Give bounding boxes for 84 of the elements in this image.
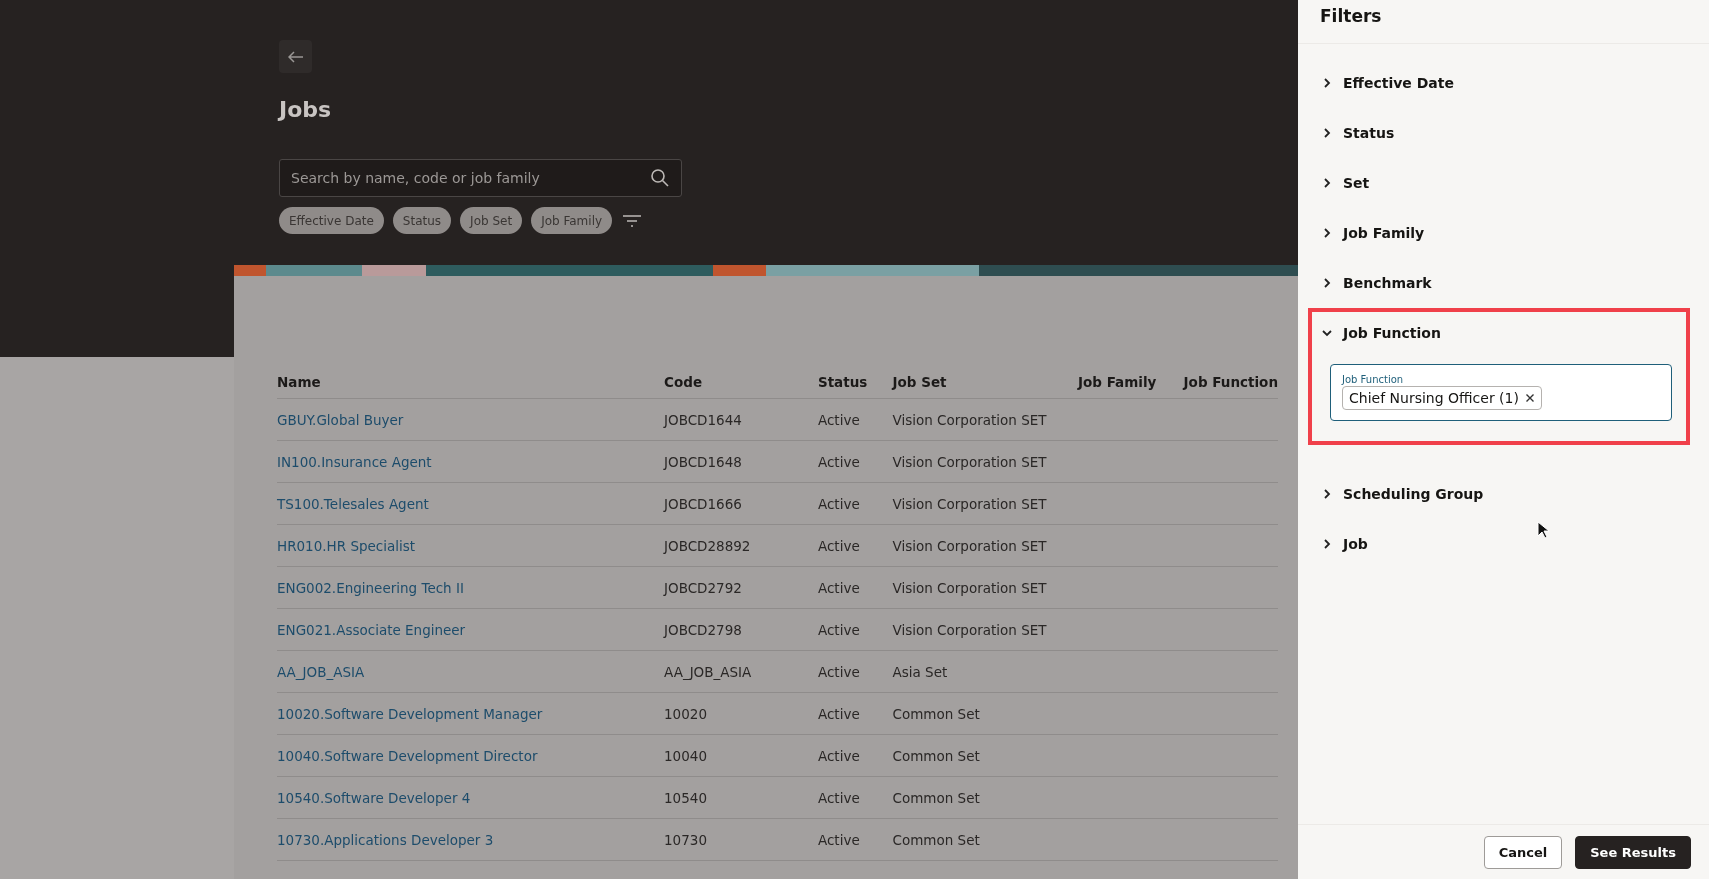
table-cell: Common Set	[892, 705, 980, 722]
table-cell: JOBCD1666	[664, 495, 742, 512]
chevron-right-icon	[1321, 277, 1333, 289]
search-icon	[650, 168, 670, 188]
panel-title: Filters	[1298, 0, 1709, 44]
filter-section-toggle[interactable]: Job Family	[1312, 212, 1425, 254]
tag-label: Chief Nursing Officer (1)	[1349, 390, 1519, 406]
back-arrow-icon	[287, 50, 304, 63]
job-link[interactable]: ENG002.Engineering Tech II	[277, 579, 464, 596]
filter-chip[interactable]: Status	[392, 207, 452, 234]
table-cell: Active	[817, 495, 860, 512]
filter-chip[interactable]: Job Set	[460, 207, 523, 234]
table-cell: Active	[817, 789, 860, 806]
search-field[interactable]: Search by name, code or job family	[279, 159, 682, 197]
filter-section-toggle[interactable]: Effective Date	[1312, 62, 1454, 104]
see-results-button[interactable]: See Results	[1575, 836, 1691, 869]
page-title: Jobs	[279, 97, 333, 124]
table-cell: JOBCD1648	[664, 453, 742, 470]
table-cell: Active	[817, 621, 860, 638]
chevron-right-icon	[1321, 127, 1333, 139]
job-link[interactable]: ENG021.Associate Engineer	[277, 621, 466, 638]
table-cell: Common Set	[892, 747, 980, 764]
filter-section-toggle[interactable]: Job Function	[1312, 312, 1441, 354]
table-cell: AA_JOB_ASIA	[664, 663, 752, 680]
filter-icon[interactable]	[621, 212, 644, 229]
chevron-right-icon	[1321, 77, 1333, 89]
filter-chip[interactable]: Effective Date	[279, 207, 384, 234]
job-function-field[interactable]: Job Function Chief Nursing Officer (1)	[1330, 364, 1672, 421]
job-link[interactable]: AA_JOB_ASIA	[277, 663, 365, 680]
job-link[interactable]: 10020.Software Development Manager	[277, 705, 543, 722]
table-cell: Active	[817, 831, 860, 848]
table-cell: 10540	[664, 789, 707, 806]
job-link[interactable]: TS100.Telesales Agent	[277, 495, 429, 512]
job-link[interactable]: IN100.Insurance Agent	[277, 453, 432, 470]
mouse-pointer-icon	[1537, 521, 1549, 539]
column-header: Status	[817, 374, 868, 390]
job-link[interactable]: 10540.Software Developer 4	[277, 789, 471, 806]
job-link[interactable]: HR010.HR Specialist	[277, 537, 416, 554]
table-cell: Active	[817, 579, 860, 596]
chevron-right-icon	[1321, 488, 1333, 500]
job-link[interactable]: 10040.Software Development Director	[277, 747, 538, 764]
filter-section-toggle[interactable]: Set	[1312, 162, 1370, 204]
table-cell: Active	[817, 663, 860, 680]
column-header: Job Function	[1183, 374, 1278, 390]
chevron-right-icon	[1321, 227, 1333, 239]
remove-icon[interactable]	[1524, 393, 1535, 403]
job-link[interactable]: GBUY.Global Buyer	[277, 411, 404, 428]
column-header: Job Family	[1078, 374, 1157, 390]
chevron-right-icon	[1321, 177, 1333, 189]
field-label: Job Function	[1342, 374, 1405, 385]
filter-section-toggle[interactable]: Benchmark	[1312, 262, 1432, 304]
job-link[interactable]: 10730.Applications Developer 3	[277, 831, 494, 848]
column-header: Name	[277, 374, 321, 390]
filter-section-toggle[interactable]: Status	[1312, 112, 1395, 154]
table-cell: 10040	[664, 747, 707, 764]
back-button[interactable]	[279, 40, 312, 73]
table-cell: Active	[817, 537, 860, 554]
table-cell: Active	[817, 411, 860, 428]
table-cell: Vision Corporation SET	[892, 411, 1047, 428]
table-cell: JOBCD2798	[664, 621, 742, 638]
table-cell: Active	[817, 453, 860, 470]
table-cell: Active	[817, 747, 860, 764]
table-cell: Vision Corporation SET	[892, 453, 1047, 470]
table-cell: Active	[817, 705, 860, 722]
table-cell: Vision Corporation SET	[892, 537, 1047, 554]
table-cell: Vision Corporation SET	[892, 621, 1047, 638]
filter-chip[interactable]: Job Family	[531, 207, 613, 234]
chevron-right-icon	[1321, 538, 1333, 550]
filter-section-toggle[interactable]: Scheduling Group	[1312, 473, 1484, 515]
table-cell: Common Set	[892, 789, 980, 806]
table-cell: Common Set	[892, 831, 980, 848]
column-header: Job Set	[892, 374, 947, 390]
table-cell: Asia Set	[892, 663, 948, 680]
cancel-button[interactable]: Cancel	[1483, 836, 1563, 869]
filter-section-toggle[interactable]: Job	[1312, 523, 1368, 565]
table-cell: 10730	[664, 831, 707, 848]
table-cell: JOBCD2792	[664, 579, 742, 596]
table-cell: JOBCD1644	[664, 411, 742, 428]
table-cell: Vision Corporation SET	[892, 579, 1047, 596]
table-cell: 10020	[664, 705, 707, 722]
chevron-down-icon	[1321, 327, 1333, 339]
table-cell: Vision Corporation SET	[892, 495, 1047, 512]
table-cell: JOBCD28892	[664, 537, 751, 554]
column-header: Code	[664, 374, 703, 390]
